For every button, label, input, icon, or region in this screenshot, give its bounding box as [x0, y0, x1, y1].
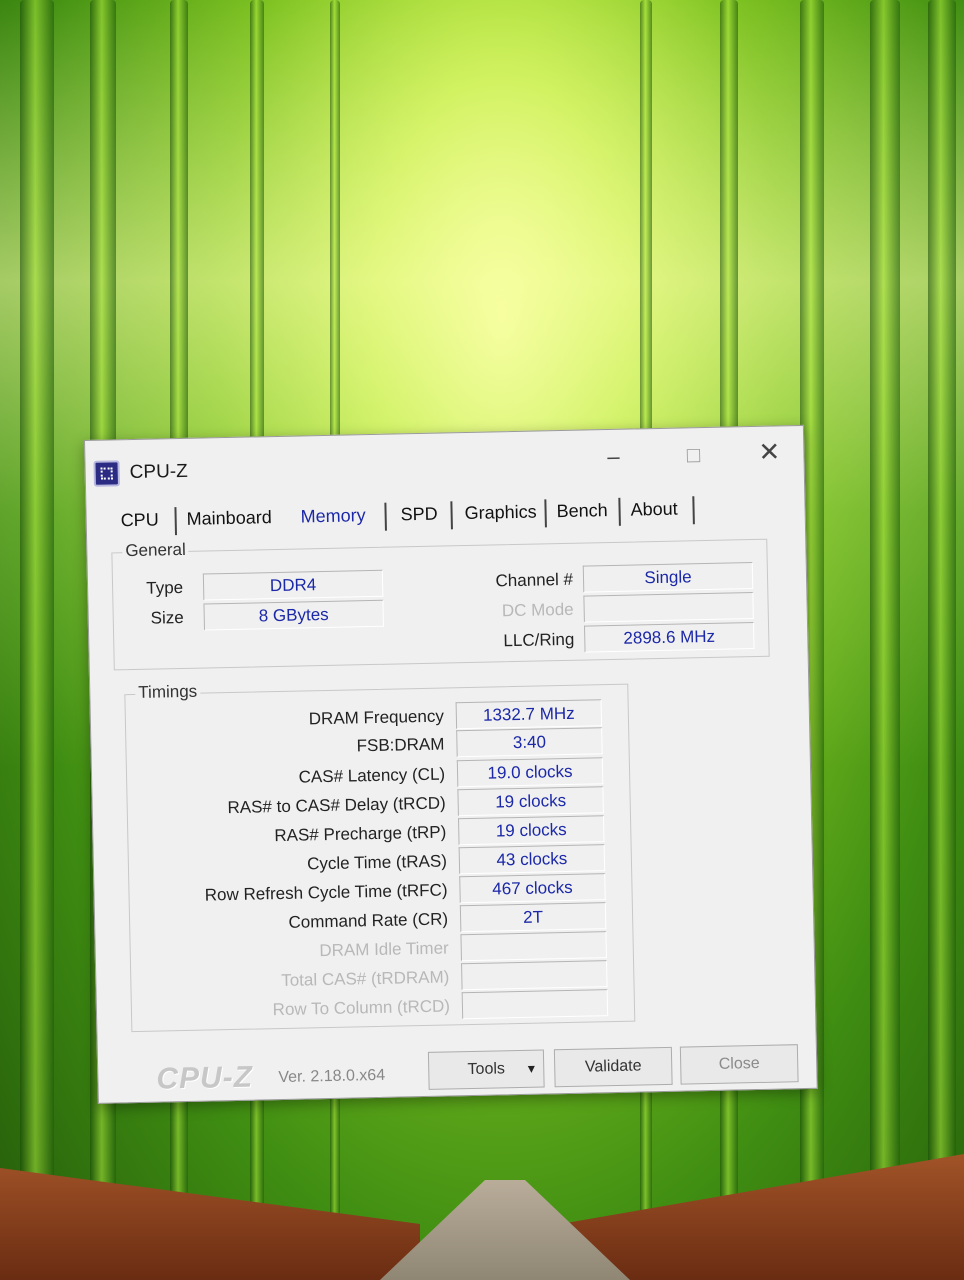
row-to-column-label: Row To Column (tRCD) [272, 996, 451, 1020]
bamboo-stalk [928, 0, 956, 1280]
timings-legend: Timings [135, 681, 201, 703]
tools-label: Tools [467, 1060, 506, 1079]
brush-right [560, 1154, 964, 1280]
row-refresh-value: 467 clocks [459, 873, 606, 904]
llc-ring-label: LLC/Ring [503, 629, 575, 651]
tab-bar: CPU Mainboard Memory SPD Graphics Bench … [116, 496, 756, 540]
dropdown-arrow-icon[interactable]: ▼ [525, 1051, 538, 1087]
command-rate-value: 2T [459, 902, 607, 933]
cas-latency-label: CAS# Latency (CL) [298, 764, 446, 787]
brush-left [0, 1168, 420, 1280]
command-rate-label: Command Rate (CR) [288, 909, 449, 932]
tab-divider [450, 501, 453, 530]
timings-group: Timings DRAM Frequency 1332.7 MHz FSB:DR… [124, 681, 636, 1033]
total-cas-label: Total CAS# (tRDRAM) [281, 967, 450, 990]
tab-divider [692, 496, 695, 525]
tab-mainboard[interactable]: Mainboard [182, 507, 275, 530]
ras-to-cas-value: 19 clocks [457, 786, 604, 817]
window-title: CPU-Z [129, 460, 188, 484]
tab-divider [384, 502, 387, 531]
type-label: Type [146, 577, 184, 598]
validate-button[interactable]: Validate [553, 1046, 673, 1088]
cycle-time-value: 43 clocks [458, 844, 606, 875]
tab-graphics[interactable]: Graphics [460, 501, 540, 524]
tab-bench[interactable]: Bench [552, 500, 611, 522]
total-cas-value [461, 960, 608, 991]
cpuz-window: CPU-Z – □ ✕ CPU Mainboard Memory SPD Gra… [84, 424, 818, 1104]
cycle-time-label: Cycle Time (tRAS) [306, 851, 448, 874]
size-value: 8 GBytes [203, 599, 384, 631]
tab-divider [174, 507, 178, 536]
maximize-button[interactable]: □ [673, 442, 714, 469]
tools-button[interactable]: Tools ▼ [427, 1049, 545, 1090]
dc-mode-label: DC Mode [501, 599, 574, 621]
close-button[interactable]: Close [679, 1044, 799, 1085]
tab-divider [544, 499, 547, 528]
size-label: Size [150, 607, 184, 628]
tab-about[interactable]: About [626, 499, 681, 521]
tab-divider [618, 497, 621, 526]
dram-frequency-value: 1332.7 MHz [455, 699, 603, 730]
dram-frequency-label: DRAM Frequency [308, 706, 445, 729]
fsb-dram-label: FSB:DRAM [356, 734, 445, 756]
ras-precharge-label: RAS# Precharge (tRP) [274, 822, 447, 846]
channel-label: Channel # [495, 569, 574, 591]
general-legend: General [122, 539, 190, 562]
tab-memory[interactable]: Memory [296, 505, 369, 528]
cas-latency-value: 19.0 clocks [456, 757, 604, 788]
fsb-dram-value: 3:40 [456, 727, 603, 758]
dram-idle-timer-value [460, 931, 607, 962]
version-text: Ver. 2.18.0.x64 [278, 1066, 386, 1087]
minimize-button[interactable]: – [593, 443, 634, 470]
bamboo-stalk [870, 0, 900, 1280]
dc-mode-value [583, 592, 754, 623]
close-window-button[interactable]: ✕ [749, 436, 790, 468]
row-refresh-label: Row Refresh Cycle Time (tRFC) [204, 880, 448, 905]
dram-idle-timer-label: DRAM Idle Timer [319, 938, 449, 961]
tab-cpu[interactable]: CPU [116, 509, 162, 531]
tab-spd[interactable]: SPD [396, 504, 441, 526]
bamboo-stalk [20, 0, 54, 1280]
cpu-z-logo: CPU-Z [156, 1060, 254, 1096]
ras-to-cas-label: RAS# to CAS# Delay (tRCD) [227, 793, 446, 818]
general-group: General Type DDR4 Size 8 GBytes Channel … [111, 538, 770, 671]
row-to-column-value [461, 989, 609, 1020]
llc-ring-value: 2898.6 MHz [583, 622, 755, 653]
cpu-z-app-icon [93, 460, 120, 487]
type-value: DDR4 [202, 569, 384, 601]
channel-value: Single [582, 562, 754, 593]
ras-precharge-value: 19 clocks [458, 815, 605, 846]
